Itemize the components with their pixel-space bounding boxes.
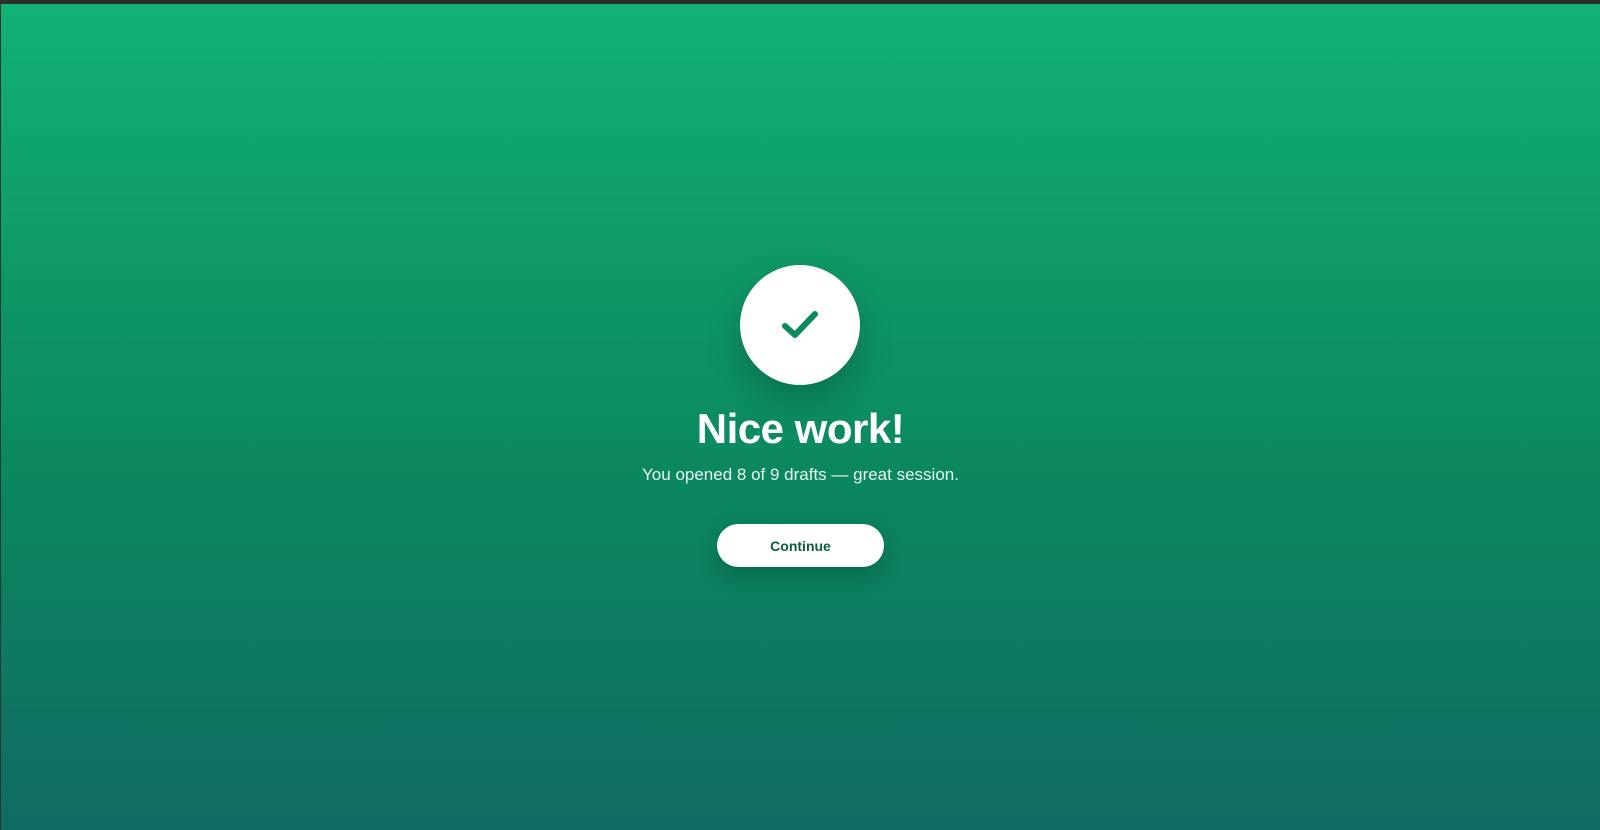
- success-content: Nice work! You opened 8 of 9 drafts — gr…: [1, 4, 1600, 830]
- success-screen: Nice work! You opened 8 of 9 drafts — gr…: [1, 4, 1600, 830]
- continue-button[interactable]: Continue: [717, 524, 884, 567]
- check-icon: [782, 311, 818, 338]
- success-title: Nice work!: [696, 405, 905, 452]
- success-badge: [740, 265, 860, 385]
- success-subtitle: You opened 8 of 9 drafts — great session…: [642, 465, 959, 484]
